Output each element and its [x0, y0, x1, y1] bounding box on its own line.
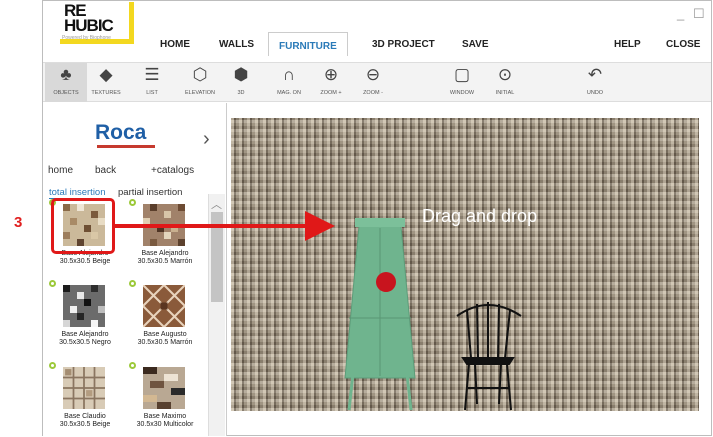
menu-close[interactable]: CLOSE: [666, 39, 700, 50]
minimize-icon[interactable]: _: [677, 6, 684, 21]
menu-walls[interactable]: WALLS: [219, 39, 254, 50]
tile-indicator-icon: [49, 280, 56, 287]
tile-indicator-icon: [129, 280, 136, 287]
menu-save[interactable]: SAVE: [462, 39, 489, 50]
cube-icon: ◆: [99, 65, 113, 84]
tile-item[interactable]: Base Maximo 30.5x30 Multicolor: [126, 359, 204, 437]
tile-item[interactable]: Base Alejandro 30.5x30.5 Negro: [46, 277, 124, 355]
tile-indicator-icon: [129, 362, 136, 369]
selected-tile-highlight: [51, 198, 115, 254]
menu-furniture[interactable]: FURNITURE: [268, 32, 348, 56]
menu-help[interactable]: HELP: [614, 39, 641, 50]
3d-icon: ⬢: [233, 65, 249, 84]
tile-indicator-icon: [49, 362, 56, 369]
tile-thumbnail: [143, 367, 185, 409]
scroll-up-icon[interactable]: ︿: [211, 196, 222, 212]
tool-3d[interactable]: ⬢ 3D: [220, 63, 262, 96]
tile-scrollbar[interactable]: ︿: [208, 194, 225, 436]
objects-icon: ♣: [60, 65, 72, 84]
tool-textures[interactable]: ◆ TEXTURES: [85, 63, 127, 96]
cabinet[interactable]: [344, 218, 416, 411]
drag-arrow-head: [305, 211, 335, 241]
tile-thumbnail: [63, 367, 105, 409]
elevation-icon: ⬡: [192, 65, 208, 84]
design-canvas[interactable]: [231, 118, 699, 411]
toolbar: ♣ OBJECTS ◆ TEXTURES ☰ LIST ⬡ ELEVATION ⬢ 3D …: [43, 62, 711, 102]
zoom-out-icon: ⊖: [365, 65, 381, 84]
undo-icon: ↶: [587, 65, 603, 84]
tool-list[interactable]: ☰ LIST: [131, 63, 173, 96]
maximize-icon[interactable]: ☐: [693, 6, 705, 22]
tile-indicator-icon: [129, 199, 136, 206]
tool-zoom-in[interactable]: ⊕ ZOOM +: [310, 63, 352, 96]
chevron-right-icon[interactable]: ›: [203, 128, 210, 151]
drag-and-drop-label: Drag and drop: [422, 206, 538, 226]
list-icon: ☰: [144, 65, 160, 84]
tile-item[interactable]: Base Augusto 30.5x30.5 Marrón: [126, 277, 204, 355]
tool-elevation[interactable]: ⬡ ELEVATION: [179, 63, 221, 96]
logo-line2: HUBIC: [64, 16, 114, 35]
zoom-initial-icon: ⊙: [497, 65, 513, 84]
magnet-icon: ∩: [282, 65, 296, 84]
zoom-window-icon: ▢: [453, 65, 471, 84]
tool-undo[interactable]: ↶ UNDO: [574, 63, 616, 96]
tile-thumbnail: [63, 285, 105, 327]
tool-window[interactable]: ▢ WINDOW: [441, 63, 483, 96]
catalog-back-link[interactable]: back: [95, 165, 116, 176]
logo-tagline: Powered by Biophone: [62, 35, 111, 41]
step-number: 3: [14, 214, 23, 231]
canvas-furniture: [344, 218, 522, 411]
tile-thumbnail: [143, 285, 185, 327]
catalog-home-link[interactable]: home: [48, 165, 73, 176]
tile-item[interactable]: Base Claudio 30.5x30.5 Beige: [46, 359, 124, 437]
tile-item[interactable]: Base Alejandro 30.5x30.5 Marrón: [126, 196, 204, 274]
roca-logo: Roca: [95, 121, 147, 144]
menu-home[interactable]: HOME: [160, 39, 190, 50]
tool-magnet[interactable]: ∩ MAG. ON: [268, 63, 310, 96]
chair[interactable]: [456, 302, 522, 411]
more-catalogs-link[interactable]: +catalogs: [151, 165, 194, 176]
tool-objects[interactable]: ♣ OBJECTS: [45, 63, 87, 102]
rehubic-logo: RE HUBIC Powered by Biophone: [60, 2, 134, 44]
zoom-in-icon: ⊕: [323, 65, 339, 84]
drag-arrow-line: [115, 224, 307, 228]
tool-initial[interactable]: ⊙ INITIAL: [484, 63, 526, 96]
roca-logo-underline: [97, 145, 155, 148]
tool-zoom-out[interactable]: ⊖ ZOOM -: [352, 63, 394, 96]
menu-3d-project[interactable]: 3D PROJECT: [372, 39, 435, 50]
